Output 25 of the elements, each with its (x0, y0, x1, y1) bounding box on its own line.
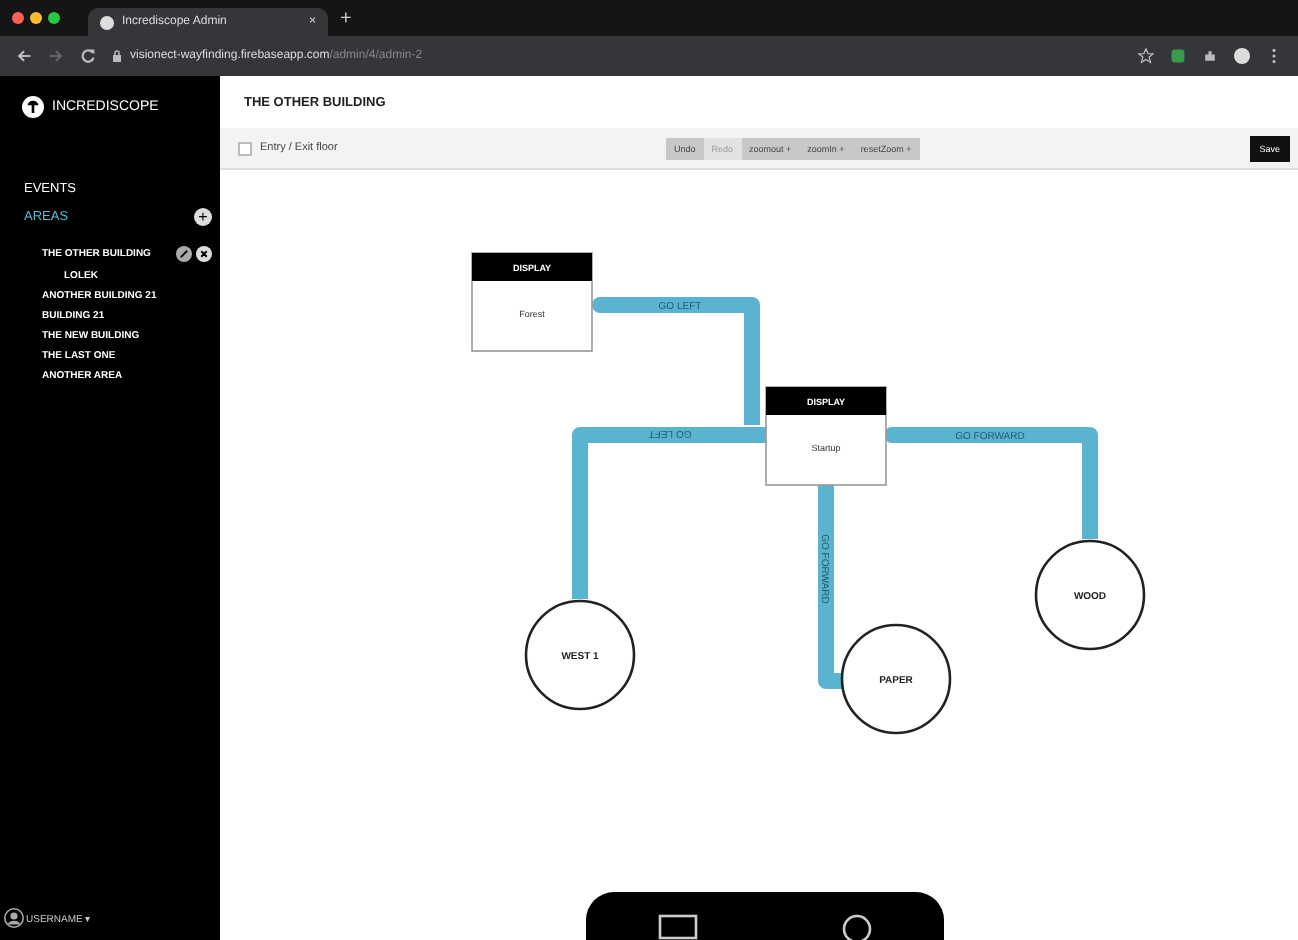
place-node[interactable] (840, 623, 952, 735)
add-button[interactable]: + (194, 208, 212, 226)
menu-icon[interactable] (1266, 48, 1282, 64)
checkbox[interactable] (238, 141, 252, 155)
zoom-light-icon[interactable] (48, 12, 60, 24)
square-icon[interactable] (658, 914, 698, 940)
star-icon[interactable] (1138, 48, 1154, 64)
home-icon[interactable] (842, 914, 872, 940)
minimize-light-icon[interactable] (30, 12, 42, 24)
place-node[interactable] (1034, 539, 1146, 651)
edit-icon[interactable] (176, 246, 192, 262)
new-tab-button[interactable]: + (340, 7, 352, 29)
close-light-icon[interactable] (12, 12, 24, 24)
globe-icon (100, 15, 114, 29)
back-arrow-icon[interactable] (16, 48, 32, 64)
profile-icon[interactable] (1234, 48, 1250, 64)
place-node[interactable] (524, 599, 636, 711)
delete-icon[interactable] (196, 246, 212, 262)
user-icon[interactable] (4, 908, 24, 928)
display-node[interactable] (471, 252, 593, 352)
reload-icon[interactable] (80, 48, 96, 64)
lock-icon (112, 50, 122, 62)
logo-icon (22, 96, 44, 118)
display-node[interactable] (765, 386, 887, 486)
extension-icon[interactable] (1170, 48, 1186, 64)
